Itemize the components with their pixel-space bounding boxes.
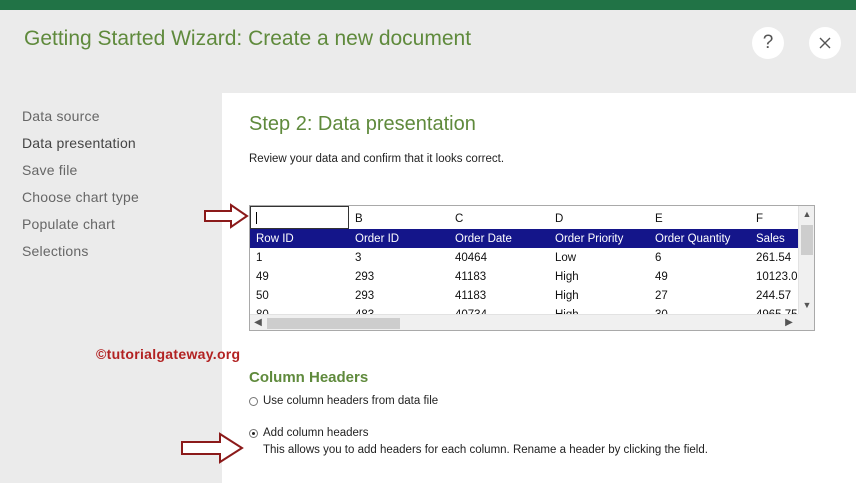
data-preview-grid: B C D E F Row ID Order ID Order Date Ord… (249, 205, 815, 331)
table-cell: 41183 (455, 270, 487, 283)
table-cell: 40464 (455, 251, 487, 264)
header-cell[interactable]: Order Quantity (649, 229, 750, 248)
table-row: 50 293 41183 High 27 244.57 (250, 286, 800, 305)
vertical-scrollbar[interactable]: ▲ ▼ (798, 206, 814, 314)
table-cell: Low (555, 251, 577, 264)
header-cell[interactable]: Order ID (349, 229, 449, 248)
use-headers-radio[interactable] (249, 396, 258, 406)
nav-item-selections[interactable]: Selections (22, 243, 139, 270)
text-caret (256, 212, 257, 225)
top-accent-bar (0, 0, 856, 10)
close-icon (819, 37, 831, 49)
vertical-scroll-thumb[interactable] (801, 225, 813, 255)
step-description: Review your data and confirm that it loo… (249, 153, 505, 165)
add-headers-description: This allows you to add headers for each … (263, 444, 708, 456)
table-cell: High (555, 289, 579, 302)
add-headers-label: Add column headers (263, 427, 369, 439)
table-cell: 41183 (455, 289, 487, 302)
wizard-steps-nav: Data source Data presentation Save file … (22, 108, 139, 270)
use-headers-option[interactable]: Use column headers from data file (249, 395, 438, 407)
scroll-right-icon[interactable]: ▶ (782, 315, 796, 330)
content-panel: Step 2: Data presentation Review your da… (222, 93, 856, 483)
table-cell: High (555, 270, 579, 283)
table-row: 49 293 41183 High 49 10123.02 (250, 267, 800, 286)
table-cell: 293 (355, 270, 375, 283)
header-cell[interactable]: Row ID (250, 229, 349, 248)
help-icon: ? (762, 32, 774, 53)
step-title: Step 2: Data presentation (249, 113, 476, 135)
table-cell: 244.57 (756, 289, 792, 302)
table-cell: 49 (655, 270, 668, 283)
add-headers-option[interactable]: Add column headers (249, 427, 368, 439)
table-row: 1 3 40464 Low 6 261.54 (250, 248, 800, 267)
table-cell: 3 (355, 251, 362, 264)
header-cell[interactable]: Order Priority (549, 229, 649, 248)
scroll-up-icon[interactable]: ▲ (799, 207, 814, 221)
header-cell[interactable]: Sales (750, 229, 800, 248)
nav-item-data-source[interactable]: Data source (22, 108, 139, 135)
column-letter-row: B C D E F (250, 206, 800, 229)
close-button[interactable] (809, 27, 841, 59)
horizontal-scroll-thumb[interactable] (267, 318, 400, 329)
nav-item-populate-chart[interactable]: Populate chart (22, 216, 139, 243)
add-headers-radio[interactable] (249, 428, 258, 438)
scroll-left-icon[interactable]: ◀ (251, 315, 265, 330)
column-letter-e[interactable]: E (649, 206, 750, 229)
column-letter-c[interactable]: C (449, 206, 549, 229)
column-headers-title: Column Headers (249, 369, 369, 386)
table-cell: 1 (256, 251, 263, 264)
table-cell: 50 (256, 289, 269, 302)
horizontal-scrollbar[interactable]: ◀ ▶ (250, 314, 798, 330)
header-cell[interactable]: Order Date (449, 229, 549, 248)
nav-item-data-presentation[interactable]: Data presentation (22, 135, 139, 162)
window-title: Getting Started Wizard: Create a new doc… (24, 27, 472, 50)
help-button[interactable]: ? (752, 27, 784, 59)
nav-item-choose-chart-type[interactable]: Choose chart type (22, 189, 139, 216)
scroll-down-icon[interactable]: ▼ (799, 298, 814, 312)
watermark: ©tutorialgateway.org (96, 346, 241, 362)
scrollbar-corner (798, 314, 814, 330)
header-name-field[interactable] (250, 206, 349, 229)
column-letter-d[interactable]: D (549, 206, 649, 229)
right-arrow-icon (204, 203, 249, 229)
table-cell: 10123.02 (756, 270, 800, 283)
nav-item-save-file[interactable]: Save file (22, 162, 139, 189)
table-cell: 49 (256, 270, 269, 283)
column-letter-f[interactable]: F (750, 206, 800, 229)
table-cell: 293 (355, 289, 375, 302)
right-arrow-icon (181, 432, 244, 464)
header-row: Row ID Order ID Order Date Order Priorit… (250, 229, 800, 248)
column-letter-b[interactable]: B (349, 206, 449, 229)
table-cell: 261.54 (756, 251, 792, 264)
table-cell: 27 (655, 289, 668, 302)
use-headers-label: Use column headers from data file (263, 395, 439, 407)
table-cell: 6 (655, 251, 662, 264)
